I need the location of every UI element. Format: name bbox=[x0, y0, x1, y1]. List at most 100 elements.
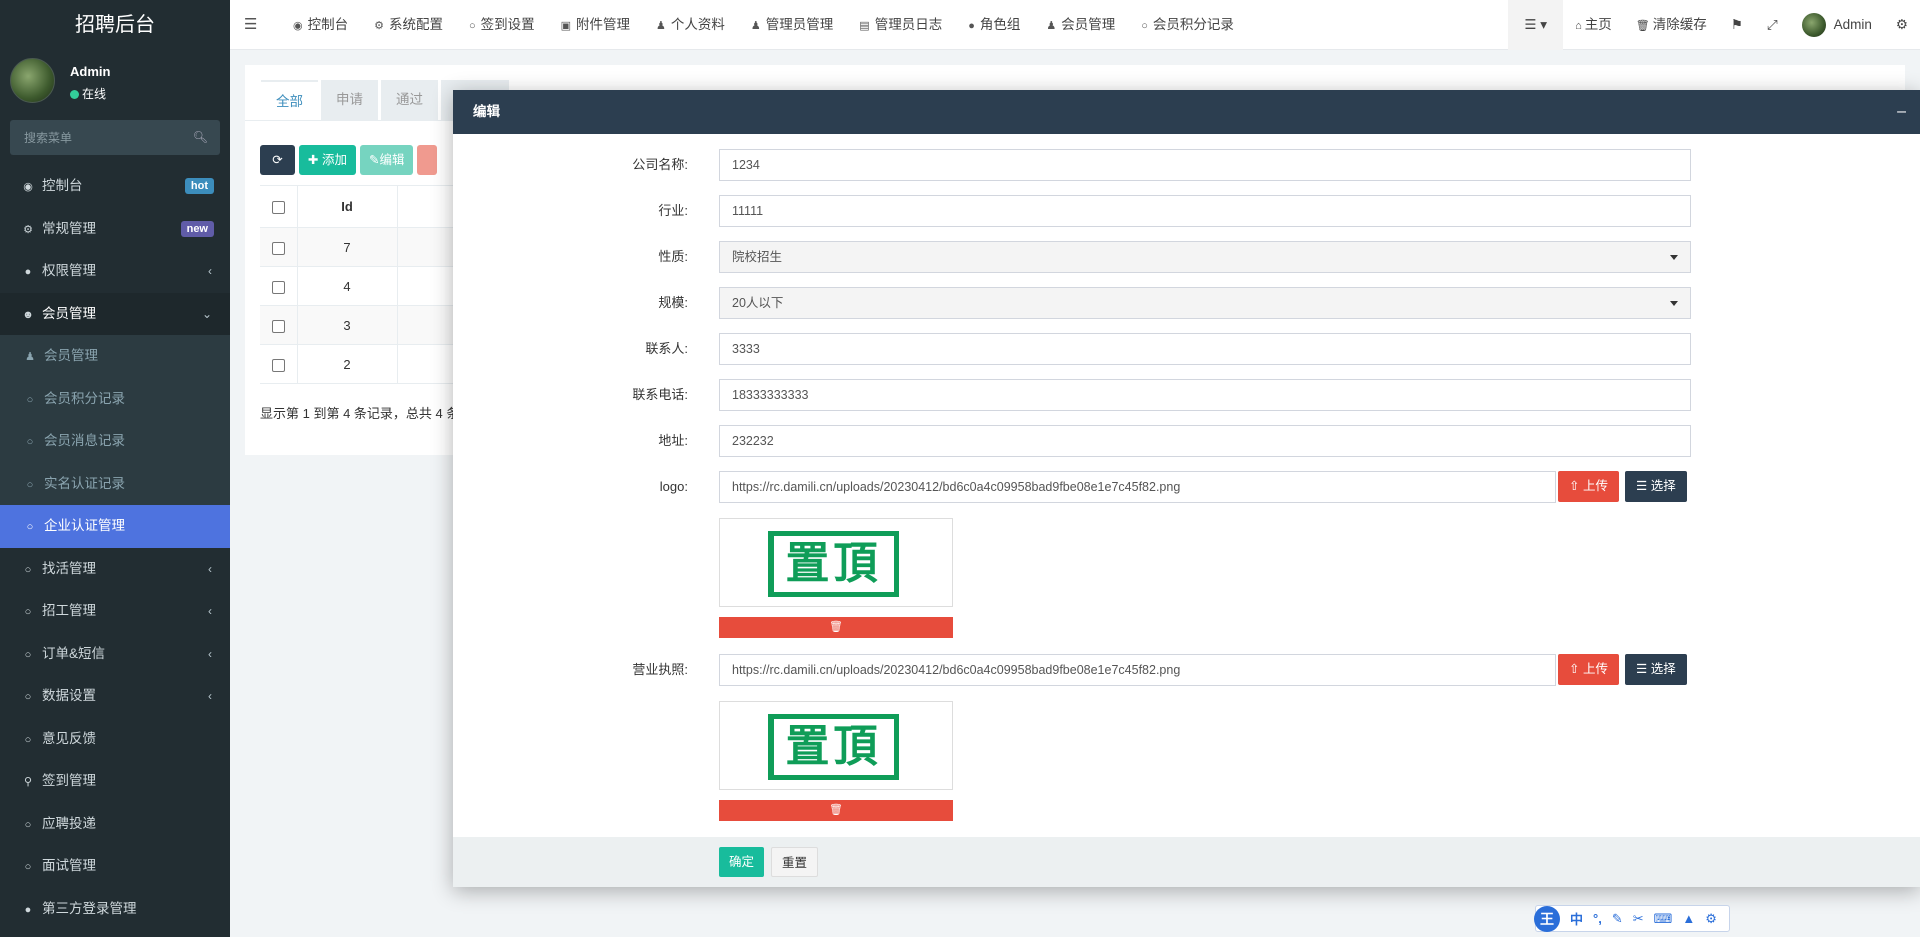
nav-tab-admin[interactable]: ♟ 管理员管理 bbox=[738, 0, 846, 50]
clear-cache-button[interactable]: 🗑︎ 清除缓存 bbox=[1624, 0, 1719, 50]
top-navbar: ☰ ◉ 控制台 ⚙ 系统配置 ○ 签到设置 ▣ 附件管理 ♟ 个人资料 ♟ 管理员管理 ▤ 管… bbox=[230, 0, 1920, 50]
logo-preview[interactable]: 置頂 bbox=[719, 518, 953, 607]
sidebar-item-member-score[interactable]: ○ 会员积分记录 bbox=[0, 377, 230, 420]
home-icon: ⌂ bbox=[1575, 20, 1582, 32]
sidebar-item-realname[interactable]: ○ 实名认证记录 bbox=[0, 462, 230, 505]
sidebar-item-member[interactable]: ☻ 会员管理 ⌄ bbox=[0, 292, 230, 335]
gear-icon[interactable]: ⚙ bbox=[1705, 911, 1717, 927]
circle-icon: ○ bbox=[24, 818, 32, 831]
nav-tab-system-config[interactable]: ⚙ 系统配置 bbox=[361, 0, 456, 50]
logo-url-input[interactable] bbox=[719, 471, 1556, 503]
confirm-button[interactable]: 确定 bbox=[719, 847, 765, 877]
nav-tab-member[interactable]: ♟ 会员管理 bbox=[1033, 0, 1128, 50]
list-icon: ☰ bbox=[1636, 479, 1648, 493]
company-input[interactable] bbox=[719, 149, 1691, 181]
phone-input[interactable] bbox=[719, 379, 1691, 411]
tab-all[interactable]: 全部 bbox=[261, 80, 318, 120]
scissors-icon[interactable]: ✂ bbox=[1633, 911, 1644, 927]
row-checkbox[interactable] bbox=[271, 319, 285, 333]
menu-search-input[interactable] bbox=[10, 120, 220, 155]
cell-id: 3 bbox=[297, 305, 398, 345]
delete-button[interactable] bbox=[417, 145, 438, 175]
sidebar-item-member-message[interactable]: ○ 会员消息记录 bbox=[0, 420, 230, 463]
chevron-left-icon: ‹ bbox=[208, 264, 212, 278]
nav-tab-dashboard[interactable]: ◉ 控制台 bbox=[280, 0, 361, 50]
nav-tab-member-score[interactable]: ○ 会员积分记录 bbox=[1128, 0, 1247, 50]
chevron-left-icon: ‹ bbox=[208, 561, 212, 576]
contact-input[interactable] bbox=[719, 333, 1691, 365]
punctuation-icon[interactable]: °, bbox=[1593, 911, 1602, 926]
industry-input[interactable] bbox=[719, 195, 1691, 227]
license-preview[interactable]: 置頂 bbox=[719, 701, 953, 790]
logo-choose-button[interactable]: ☰ 选择 bbox=[1625, 471, 1687, 502]
refresh-icon: ⟳ bbox=[272, 153, 283, 167]
language-button[interactable]: ⚑ bbox=[1719, 0, 1755, 50]
tab-apply[interactable]: 申请 bbox=[321, 80, 378, 120]
logo-label: logo: bbox=[659, 479, 688, 494]
sidebar-item-feedback[interactable]: ○ 意见反馈 bbox=[0, 718, 230, 761]
sidebar-item-find-job[interactable]: ○ 找活管理 ‹ bbox=[0, 548, 230, 591]
nav-tab-admin-log[interactable]: ▤ 管理员日志 bbox=[846, 0, 955, 50]
sidebar-item-order-sms[interactable]: ○ 订单&短信 ‹ bbox=[0, 633, 230, 676]
select-all-checkbox[interactable] bbox=[271, 201, 285, 215]
license-choose-button[interactable]: ☰ 选择 bbox=[1625, 654, 1687, 685]
sidebar-item-member-list[interactable]: ♟ 会员管理 bbox=[0, 335, 230, 378]
row-checkbox[interactable] bbox=[271, 358, 285, 372]
edit-button[interactable]: ✎编辑 bbox=[359, 145, 414, 175]
reset-button[interactable]: 重置 bbox=[771, 847, 819, 877]
list-icon: ☰ bbox=[1636, 662, 1648, 676]
nav-tab-role-group[interactable]: ● 角色组 bbox=[955, 0, 1033, 50]
sidebar-item-general[interactable]: ⚙ 常规管理 new bbox=[0, 208, 230, 251]
sidebar-item-recruit[interactable]: ○ 招工管理 ‹ bbox=[0, 590, 230, 633]
sidebar-item-apply[interactable]: ○ 应聘投递 bbox=[0, 803, 230, 846]
home-link[interactable]: ⌂ 主页 bbox=[1563, 0, 1624, 50]
minimize-icon[interactable]: – bbox=[1897, 90, 1906, 134]
sidebar-search: 🔍︎ bbox=[10, 120, 220, 155]
address-input[interactable] bbox=[719, 425, 1691, 457]
sidebar-toggle-icon[interactable]: ☰ bbox=[244, 0, 257, 50]
sidebar-item-company-auth[interactable]: ○ 企业认证管理 bbox=[0, 505, 230, 548]
ime-logo-icon[interactable]: 王 bbox=[1534, 905, 1560, 932]
license-delete-button[interactable]: 🗑︎ bbox=[719, 800, 953, 821]
pencil-icon[interactable]: ✎ bbox=[1612, 911, 1623, 927]
row-checkbox[interactable] bbox=[271, 241, 285, 255]
keyboard-icon[interactable]: ⌨ bbox=[1654, 911, 1673, 927]
map-marker-icon: ⚲ bbox=[23, 776, 33, 788]
logo-preview-image: 置頂 bbox=[768, 531, 899, 597]
user-menu[interactable]: Admin bbox=[1790, 0, 1884, 50]
chevron-left-icon: ‹ bbox=[208, 689, 212, 703]
sidebar-item-dashboard[interactable]: ◉ 控制台 hot bbox=[0, 165, 230, 208]
sidebar-item-interview[interactable]: ○ 面试管理 bbox=[0, 845, 230, 888]
add-button[interactable]: ✚ 添加 bbox=[299, 145, 356, 175]
nav-tab-attachment[interactable]: ▣ 附件管理 bbox=[548, 0, 643, 50]
ime-lang-toggle[interactable]: 中 bbox=[1570, 909, 1583, 928]
circle-icon: ○ bbox=[24, 606, 32, 618]
user-icon: ♟ bbox=[25, 351, 35, 363]
tab-passed[interactable]: 通过 bbox=[381, 80, 438, 120]
refresh-button[interactable]: ⟳ bbox=[260, 145, 295, 175]
sidebar-item-auth[interactable]: ● 权限管理 ‹ bbox=[0, 250, 230, 293]
sidebar-item-data-settings[interactable]: ○ 数据设置 ‹ bbox=[0, 675, 230, 718]
app-logo[interactable]: 招聘后台 bbox=[0, 0, 230, 50]
logo-upload-button[interactable]: ⇧ 上传 bbox=[1558, 471, 1619, 502]
license-url-input[interactable] bbox=[719, 654, 1556, 686]
dashboard-icon: ◉ bbox=[293, 20, 303, 32]
nav-tab-signin-settings[interactable]: ○ 签到设置 bbox=[456, 0, 548, 50]
user-name: Admin bbox=[70, 64, 111, 79]
ime-toolbar: 王 中 °, ✎ ✂ ⌨ ▲ ⚙ bbox=[1534, 905, 1730, 932]
fullscreen-button[interactable]: ⤢ bbox=[1755, 0, 1790, 50]
column-header-id[interactable]: Id bbox=[297, 185, 398, 228]
skin-icon[interactable]: ▲ bbox=[1682, 911, 1695, 926]
sidebar-item-third-login[interactable]: ● 第三方登录管理 bbox=[0, 888, 230, 931]
settings-button[interactable]: ⚙ bbox=[1884, 0, 1920, 50]
row-checkbox[interactable] bbox=[271, 280, 285, 294]
menu-list-button[interactable]: ☰ ▾ bbox=[1508, 0, 1564, 50]
license-upload-button[interactable]: ⇧ 上传 bbox=[1558, 654, 1619, 685]
sidebar-item-signin[interactable]: ⚲ 签到管理 bbox=[0, 760, 230, 803]
nav-tabs: ◉ 控制台 ⚙ 系统配置 ○ 签到设置 ▣ 附件管理 ♟ 个人资料 ♟ 管理员管理 ▤ 管理员… bbox=[280, 0, 1247, 50]
search-icon[interactable]: 🔍︎ bbox=[193, 130, 208, 144]
scale-select[interactable]: 20人以下 bbox=[719, 287, 1691, 319]
logo-delete-button[interactable]: 🗑︎ bbox=[719, 617, 953, 638]
nature-select[interactable]: 院校招生 bbox=[719, 241, 1691, 273]
nav-tab-profile[interactable]: ♟ 个人资料 bbox=[643, 0, 738, 50]
